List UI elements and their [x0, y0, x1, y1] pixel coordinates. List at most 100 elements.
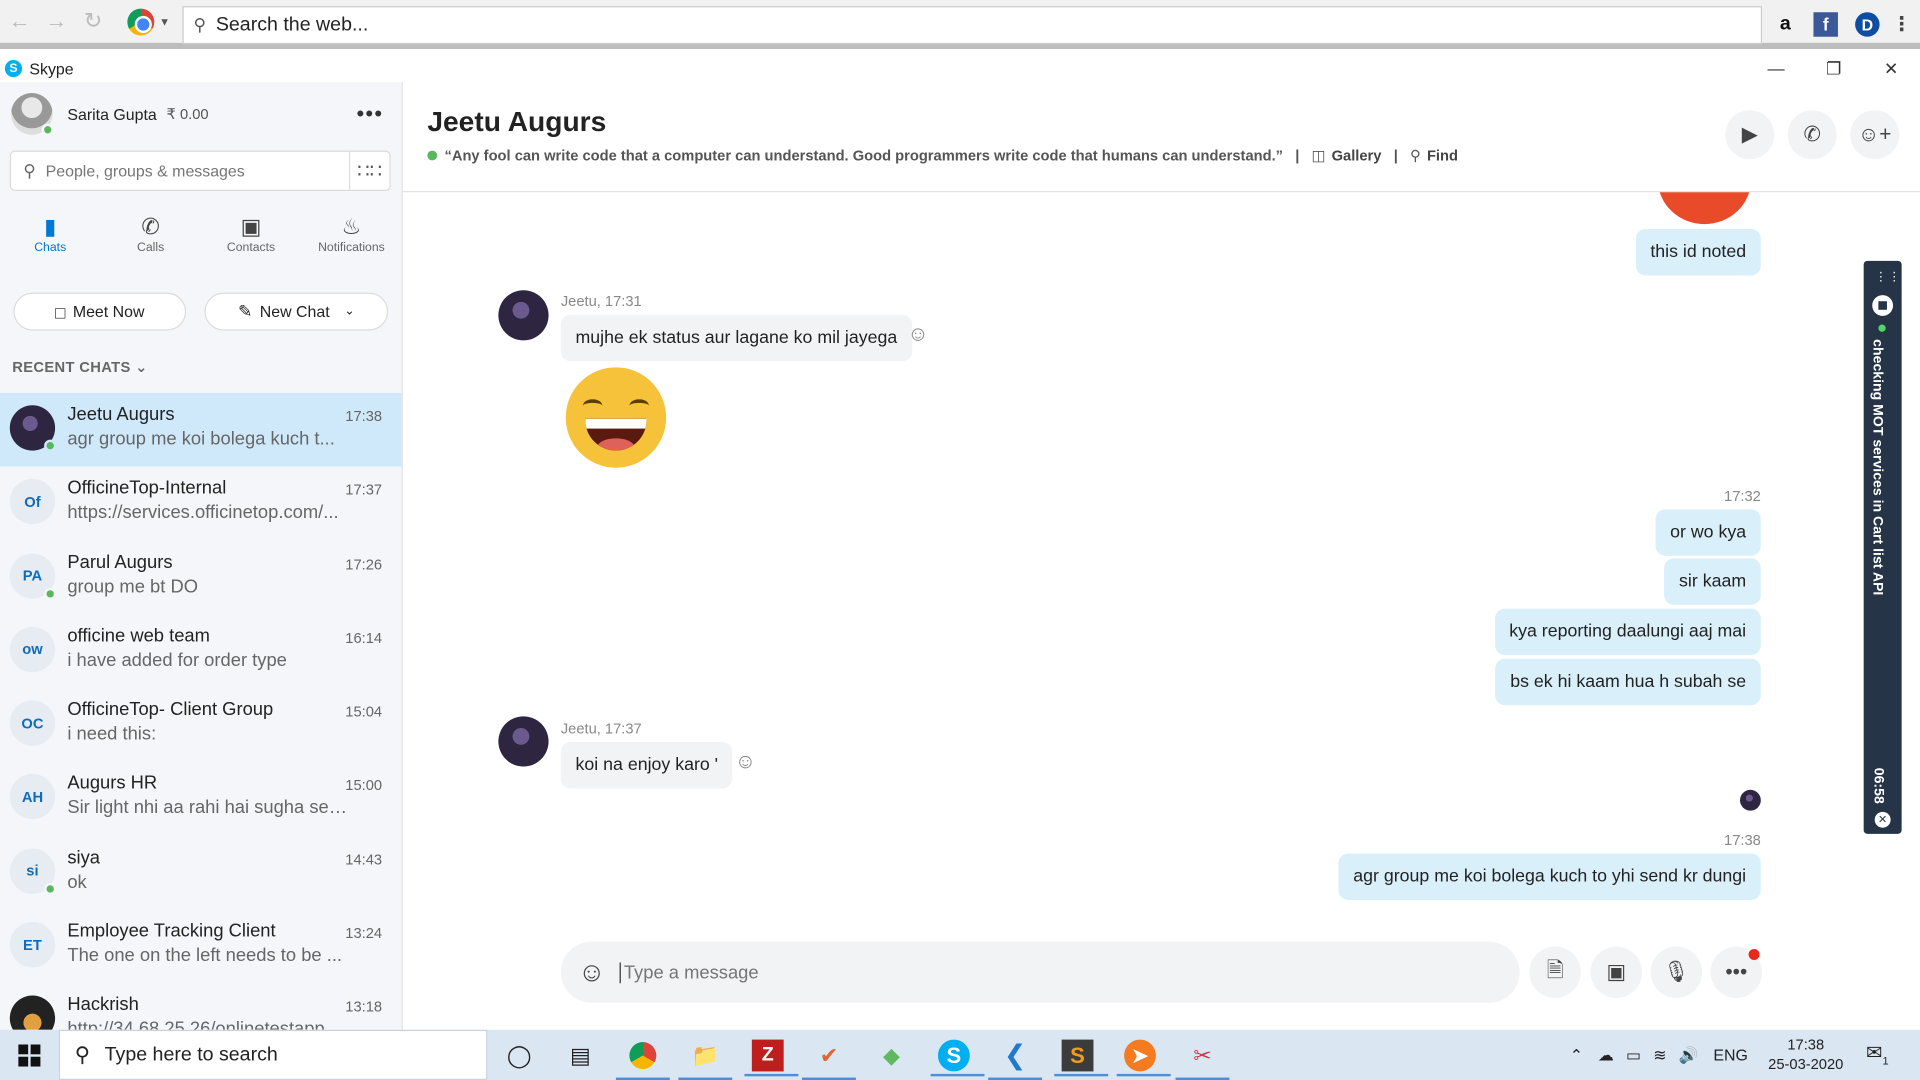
onedrive-icon[interactable]: ☁ — [1598, 1045, 1614, 1065]
message-bubble-in[interactable]: mujhe ek status aur lagane ko mil jayega — [560, 314, 912, 362]
chat-time: 15:04 — [345, 703, 383, 721]
chrome-icon[interactable] — [615, 1036, 670, 1080]
stop-icon[interactable] — [1872, 295, 1894, 316]
chevron-down-icon[interactable]: ⌄ — [344, 305, 354, 318]
message-time: 17:38 — [1724, 831, 1761, 849]
gallery-link[interactable]: Gallery — [1332, 147, 1382, 164]
avatar[interactable] — [11, 93, 54, 136]
menu-icon[interactable]: ⋮ — [1889, 12, 1913, 36]
list-item[interactable]: PA Parul Augurs group me bt DO 17:26 — [0, 541, 402, 615]
taskbar-clock[interactable]: 17:38 25-03-2020 — [1768, 1035, 1843, 1074]
chevron-down-icon: ⌄ — [135, 358, 148, 376]
task-view-icon[interactable]: ▤ — [561, 1036, 600, 1075]
message-bubble-out[interactable]: kya reporting daalungi aaj mai — [1494, 608, 1761, 656]
amazon-icon[interactable]: a — [1773, 12, 1797, 36]
message-bubble-out[interactable]: sir kaam — [1664, 558, 1761, 605]
tracker-app-icon[interactable]: ✔ — [802, 1036, 856, 1080]
emoji-icon[interactable]: ☺ — [578, 956, 606, 988]
more-actions-button[interactable]: ••• — [1710, 946, 1763, 998]
vscode-icon[interactable]: ❮ — [988, 1036, 1043, 1080]
tab-chats[interactable]: ▮ Chats — [0, 214, 100, 268]
facebook-icon[interactable]: f — [1813, 12, 1838, 37]
address-bar[interactable]: ⚲ Search the web... — [182, 6, 1763, 45]
list-item[interactable]: Of OfficineTop-Internal https://services… — [0, 467, 402, 541]
presence-dot — [44, 439, 57, 452]
sublime-text-icon[interactable]: S — [1054, 1039, 1109, 1077]
send-contact-button[interactable]: ▣ — [1590, 946, 1643, 998]
start-button[interactable] — [0, 1030, 59, 1080]
skype-credit[interactable]: ₹ 0.00 — [167, 105, 209, 122]
page-title[interactable]: Jeetu Augurs — [427, 105, 606, 138]
chat-name: OfficineTop- Client Group — [67, 699, 274, 721]
list-item[interactable]: ow officine web team i have added for or… — [0, 615, 402, 689]
react-smile-icon[interactable]: ☺ — [907, 322, 928, 346]
phone-icon: ✆ — [1803, 122, 1821, 146]
new-chat-button[interactable]: ✎ New Chat ⌄ — [204, 292, 389, 331]
message-bubble-out[interactable]: agr group me koi bolega kuch to yhi send… — [1338, 853, 1761, 901]
find-link[interactable]: Find — [1427, 147, 1458, 164]
presence-dot — [44, 882, 57, 895]
cortana-icon[interactable]: ◯ — [500, 1036, 539, 1075]
message-bubble-out[interactable]: this id noted — [1635, 228, 1761, 276]
snipping-tool-icon[interactable]: ✂ — [1175, 1036, 1230, 1080]
file-explorer-icon[interactable]: 📁 — [678, 1036, 733, 1080]
message-sender-time: Jeetu, 17:37 — [560, 720, 642, 738]
list-item[interactable]: Jeetu Augurs agr group me koi bolega kuc… — [0, 393, 402, 467]
time-tracker-widget[interactable]: ⋮⋮ checking MOT services in Cart list AP… — [1863, 260, 1902, 834]
dashlane-icon[interactable]: D — [1855, 12, 1880, 37]
chevron-up-icon[interactable]: ⌃ — [1570, 1045, 1583, 1065]
people-search-input[interactable] — [45, 161, 340, 181]
video-call-button[interactable]: ▶ — [1725, 110, 1775, 160]
message-bubble-in[interactable]: koi na enjoy karo ' — [560, 742, 733, 789]
chrome-icon[interactable] — [127, 7, 155, 35]
send-file-button[interactable]: 🗎 — [1529, 946, 1581, 998]
profile[interactable]: Sarita Gupta ₹ 0.00 ••• — [11, 92, 391, 136]
battery-icon[interactable]: ▭ — [1626, 1045, 1641, 1065]
tracker-task: checking MOT services in Cart list API — [1869, 339, 1885, 596]
minimize-icon[interactable]: — — [1747, 55, 1805, 82]
postman-icon[interactable]: ➤ — [1116, 1039, 1171, 1077]
filezilla-icon[interactable]: Z — [744, 1039, 799, 1077]
tab-calls[interactable]: ✆ Calls — [100, 214, 200, 268]
back-icon[interactable]: ← — [2, 4, 36, 38]
list-item[interactable]: ET Employee Tracking Client The one on t… — [0, 910, 402, 984]
message-bubble-out[interactable]: bs ek hi kaam hua h subah se — [1495, 658, 1761, 706]
avatar[interactable] — [498, 290, 549, 341]
record-audio-button[interactable]: 🎙 — [1650, 946, 1703, 998]
sidebar-tabs: ▮ Chats ✆ Calls ▣ Contacts ♨ Notificatio… — [0, 214, 402, 268]
close-icon[interactable]: ✕ — [1874, 811, 1891, 828]
dialpad-icon[interactable]: ∷∷ — [348, 151, 389, 190]
list-item[interactable]: AH Augurs HR Sir light nhi aa rahi hai s… — [0, 762, 402, 836]
presence-dot — [41, 123, 54, 136]
drag-handle-icon[interactable]: ⋮⋮ — [1875, 271, 1902, 284]
react-smile-icon[interactable]: ☺ — [735, 749, 756, 773]
more-options-icon[interactable]: ••• — [356, 102, 383, 128]
maximize-icon[interactable]: ❐ — [1805, 55, 1863, 82]
reload-icon[interactable]: ↻ — [76, 4, 110, 38]
message-composer[interactable]: ☺ — [560, 941, 1520, 1003]
meet-now-button[interactable]: □ Meet Now — [13, 292, 187, 331]
list-item[interactable]: OC OfficineTop- Client Group i need this… — [0, 688, 402, 762]
list-item[interactable]: Hackrish http://34.68.25.26/onlinetestap… — [0, 984, 402, 1030]
input-language[interactable]: ENG — [1713, 1046, 1747, 1064]
action-center-icon[interactable]: ✉1 — [1866, 1041, 1889, 1066]
wifi-icon[interactable]: ≋ — [1653, 1045, 1666, 1065]
list-item[interactable]: si siya ok 14:43 — [0, 836, 402, 910]
message-input[interactable] — [620, 961, 1453, 983]
tab-notifications[interactable]: ♨ Notifications — [301, 214, 401, 268]
message-bubble-out[interactable]: or wo kya — [1655, 509, 1761, 556]
forward-icon[interactable]: → — [39, 4, 73, 38]
sourcetree-icon[interactable]: ◆ — [872, 1036, 911, 1075]
audio-call-button[interactable]: ✆ — [1787, 110, 1837, 160]
avatar[interactable] — [498, 716, 549, 767]
volume-icon[interactable]: 🔊 — [1679, 1045, 1699, 1065]
taskbar-search[interactable]: ⚲ Type here to search — [58, 1029, 488, 1080]
chat-time: 15:00 — [345, 776, 383, 795]
people-search[interactable]: ⚲ ∷∷ — [9, 150, 391, 192]
chevron-down-icon[interactable]: ▼ — [159, 15, 170, 27]
add-people-button[interactable]: ☺+ — [1850, 110, 1900, 160]
skype-icon[interactable]: S — [930, 1039, 985, 1077]
recent-chats-header[interactable]: RECENT CHATS ⌄ — [12, 359, 148, 376]
tab-contacts[interactable]: ▣ Contacts — [201, 214, 301, 268]
close-icon[interactable]: ✕ — [1862, 55, 1920, 82]
